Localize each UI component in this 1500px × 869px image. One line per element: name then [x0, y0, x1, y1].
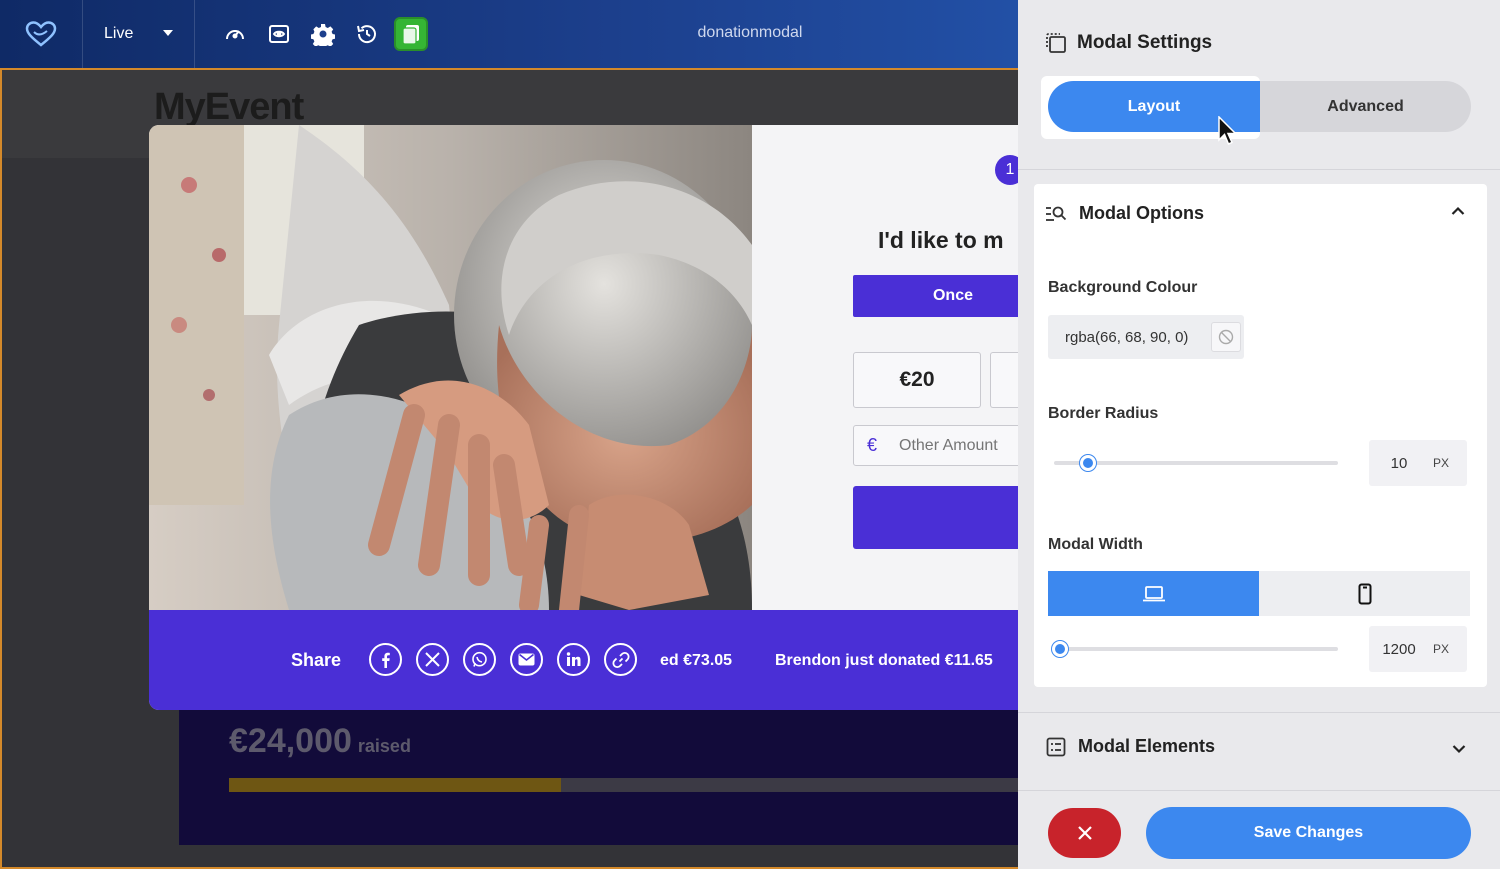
caret-down-icon — [163, 30, 173, 36]
heart-logo-icon — [25, 21, 57, 47]
list-box-icon — [1046, 737, 1066, 756]
preview-button[interactable] — [262, 17, 296, 51]
facebook-icon — [381, 652, 390, 668]
link-icon — [611, 651, 630, 668]
modal-width-slider-handle[interactable] — [1051, 641, 1068, 657]
donation-ticker-item: Brendon just donated €11.65 — [775, 652, 993, 669]
tab-advanced[interactable]: Advanced — [1260, 81, 1471, 132]
save-changes-button[interactable]: Save Changes — [1146, 807, 1471, 859]
mouse-pointer-icon — [1218, 116, 1238, 145]
close-button[interactable] — [1048, 808, 1121, 858]
share-facebook-button[interactable] — [369, 643, 402, 676]
document-title: donationmodal — [697, 24, 803, 41]
modal-options-card: Modal Options Background Colour Border R… — [1034, 184, 1487, 687]
clear-colour-button[interactable] — [1211, 322, 1241, 352]
no-colour-icon — [1218, 329, 1234, 345]
modal-settings-icon — [1046, 33, 1066, 53]
modal-options-header[interactable]: Modal Options — [1045, 203, 1204, 224]
modal-width-value: 1200 — [1382, 640, 1416, 658]
modal-elements-header[interactable]: Modal Elements — [1046, 736, 1215, 757]
background-colour-label: Background Colour — [1048, 279, 1198, 296]
raised-label: raised — [357, 736, 411, 756]
mobile-width-tab[interactable] — [1259, 571, 1470, 616]
modal-width-slider[interactable] — [1051, 641, 1338, 657]
environment-label: Live — [104, 25, 134, 42]
share-email-button[interactable] — [510, 643, 543, 676]
border-radius-slider[interactable] — [1054, 455, 1338, 471]
share-linkedin-button[interactable] — [557, 643, 590, 676]
other-amount-field[interactable]: € — [853, 425, 1018, 466]
dashboard-button[interactable] — [218, 17, 252, 51]
desktop-width-tab[interactable] — [1048, 571, 1259, 616]
dashboard-icon — [226, 30, 244, 40]
donation-modal: 1 I'd like to m Once €20 € Share — [149, 125, 1018, 710]
search-list-icon — [1046, 206, 1067, 221]
frequency-once-button[interactable]: Once — [853, 275, 1018, 317]
border-radius-input[interactable]: 10 PX — [1369, 440, 1467, 486]
email-icon — [518, 653, 535, 666]
share-bar: Share ed €73.05 Brendon just donated €11… — [149, 610, 1018, 710]
amount-option-button[interactable]: €20 — [853, 352, 981, 408]
pages-icon — [402, 25, 419, 45]
history-icon — [357, 25, 376, 44]
progress-fill — [229, 778, 562, 792]
currency-symbol: € — [867, 435, 878, 455]
settings-tabs: Layout Advanced — [1041, 76, 1471, 139]
panel-divider — [1018, 790, 1500, 791]
whatsapp-icon — [472, 651, 487, 667]
close-icon — [1077, 826, 1092, 840]
border-radius-unit: PX — [1433, 456, 1450, 470]
linkedin-icon — [566, 652, 581, 666]
history-button[interactable] — [350, 17, 384, 51]
modal-hero-image — [149, 125, 752, 610]
donation-form: 1 I'd like to m Once €20 € — [752, 125, 1018, 610]
preview-icon — [269, 25, 289, 43]
pages-button[interactable] — [394, 17, 428, 51]
donation-ticker-item: ed €73.05 — [660, 652, 733, 669]
x-icon — [425, 652, 440, 667]
chevron-up-icon[interactable] — [1451, 206, 1465, 216]
fundraising-progress-bar — [229, 778, 1018, 792]
raised-total: €24,000 raised — [229, 722, 411, 761]
modal-width-label: Modal Width — [1048, 536, 1143, 553]
modal-width-input[interactable]: 1200 PX — [1369, 626, 1467, 672]
mobile-phone-icon — [1358, 583, 1371, 604]
panel-divider — [1018, 169, 1500, 170]
raised-amount: €24,000 — [229, 722, 352, 760]
border-radius-label: Border Radius — [1048, 405, 1159, 422]
border-radius-slider-handle[interactable] — [1080, 455, 1097, 471]
share-whatsapp-button[interactable] — [463, 643, 496, 676]
background-colour-field — [1048, 315, 1244, 359]
modal-options-title: Modal Options — [1079, 203, 1204, 223]
share-x-button[interactable] — [416, 643, 449, 676]
step-badge: 1 — [995, 155, 1018, 185]
other-amount-input[interactable] — [899, 436, 1018, 455]
app-logo[interactable] — [0, 0, 83, 68]
top-bar: Live donationmodal — [0, 0, 1018, 70]
border-radius-value: 10 — [1390, 454, 1408, 472]
share-label: Share — [291, 650, 342, 670]
modal-width-unit: PX — [1433, 642, 1450, 656]
environment-dropdown[interactable]: Live — [83, 0, 195, 68]
device-toggle — [1048, 571, 1471, 616]
preview-canvas: MyEvent €24,000 raised 1 I'd like to m O… — [0, 70, 1018, 869]
event-title: MyEvent — [154, 86, 304, 128]
hug-photo-illustration — [149, 125, 752, 610]
panel-title: Modal Settings — [1077, 32, 1213, 53]
form-heading: I'd like to m — [878, 227, 1004, 253]
share-link-button[interactable] — [604, 643, 637, 676]
fundraising-stats: €24,000 raised — [179, 710, 1018, 845]
modal-elements-title: Modal Elements — [1078, 736, 1216, 756]
laptop-icon — [1142, 585, 1165, 601]
settings-button[interactable] — [306, 17, 340, 51]
settings-gear-icon — [311, 24, 335, 46]
amount-option-button[interactable] — [990, 352, 1018, 408]
chevron-down-icon[interactable] — [1452, 744, 1466, 754]
panel-divider — [1018, 712, 1500, 713]
donate-button[interactable] — [853, 486, 1018, 549]
background-colour-input[interactable] — [1048, 328, 1208, 346]
